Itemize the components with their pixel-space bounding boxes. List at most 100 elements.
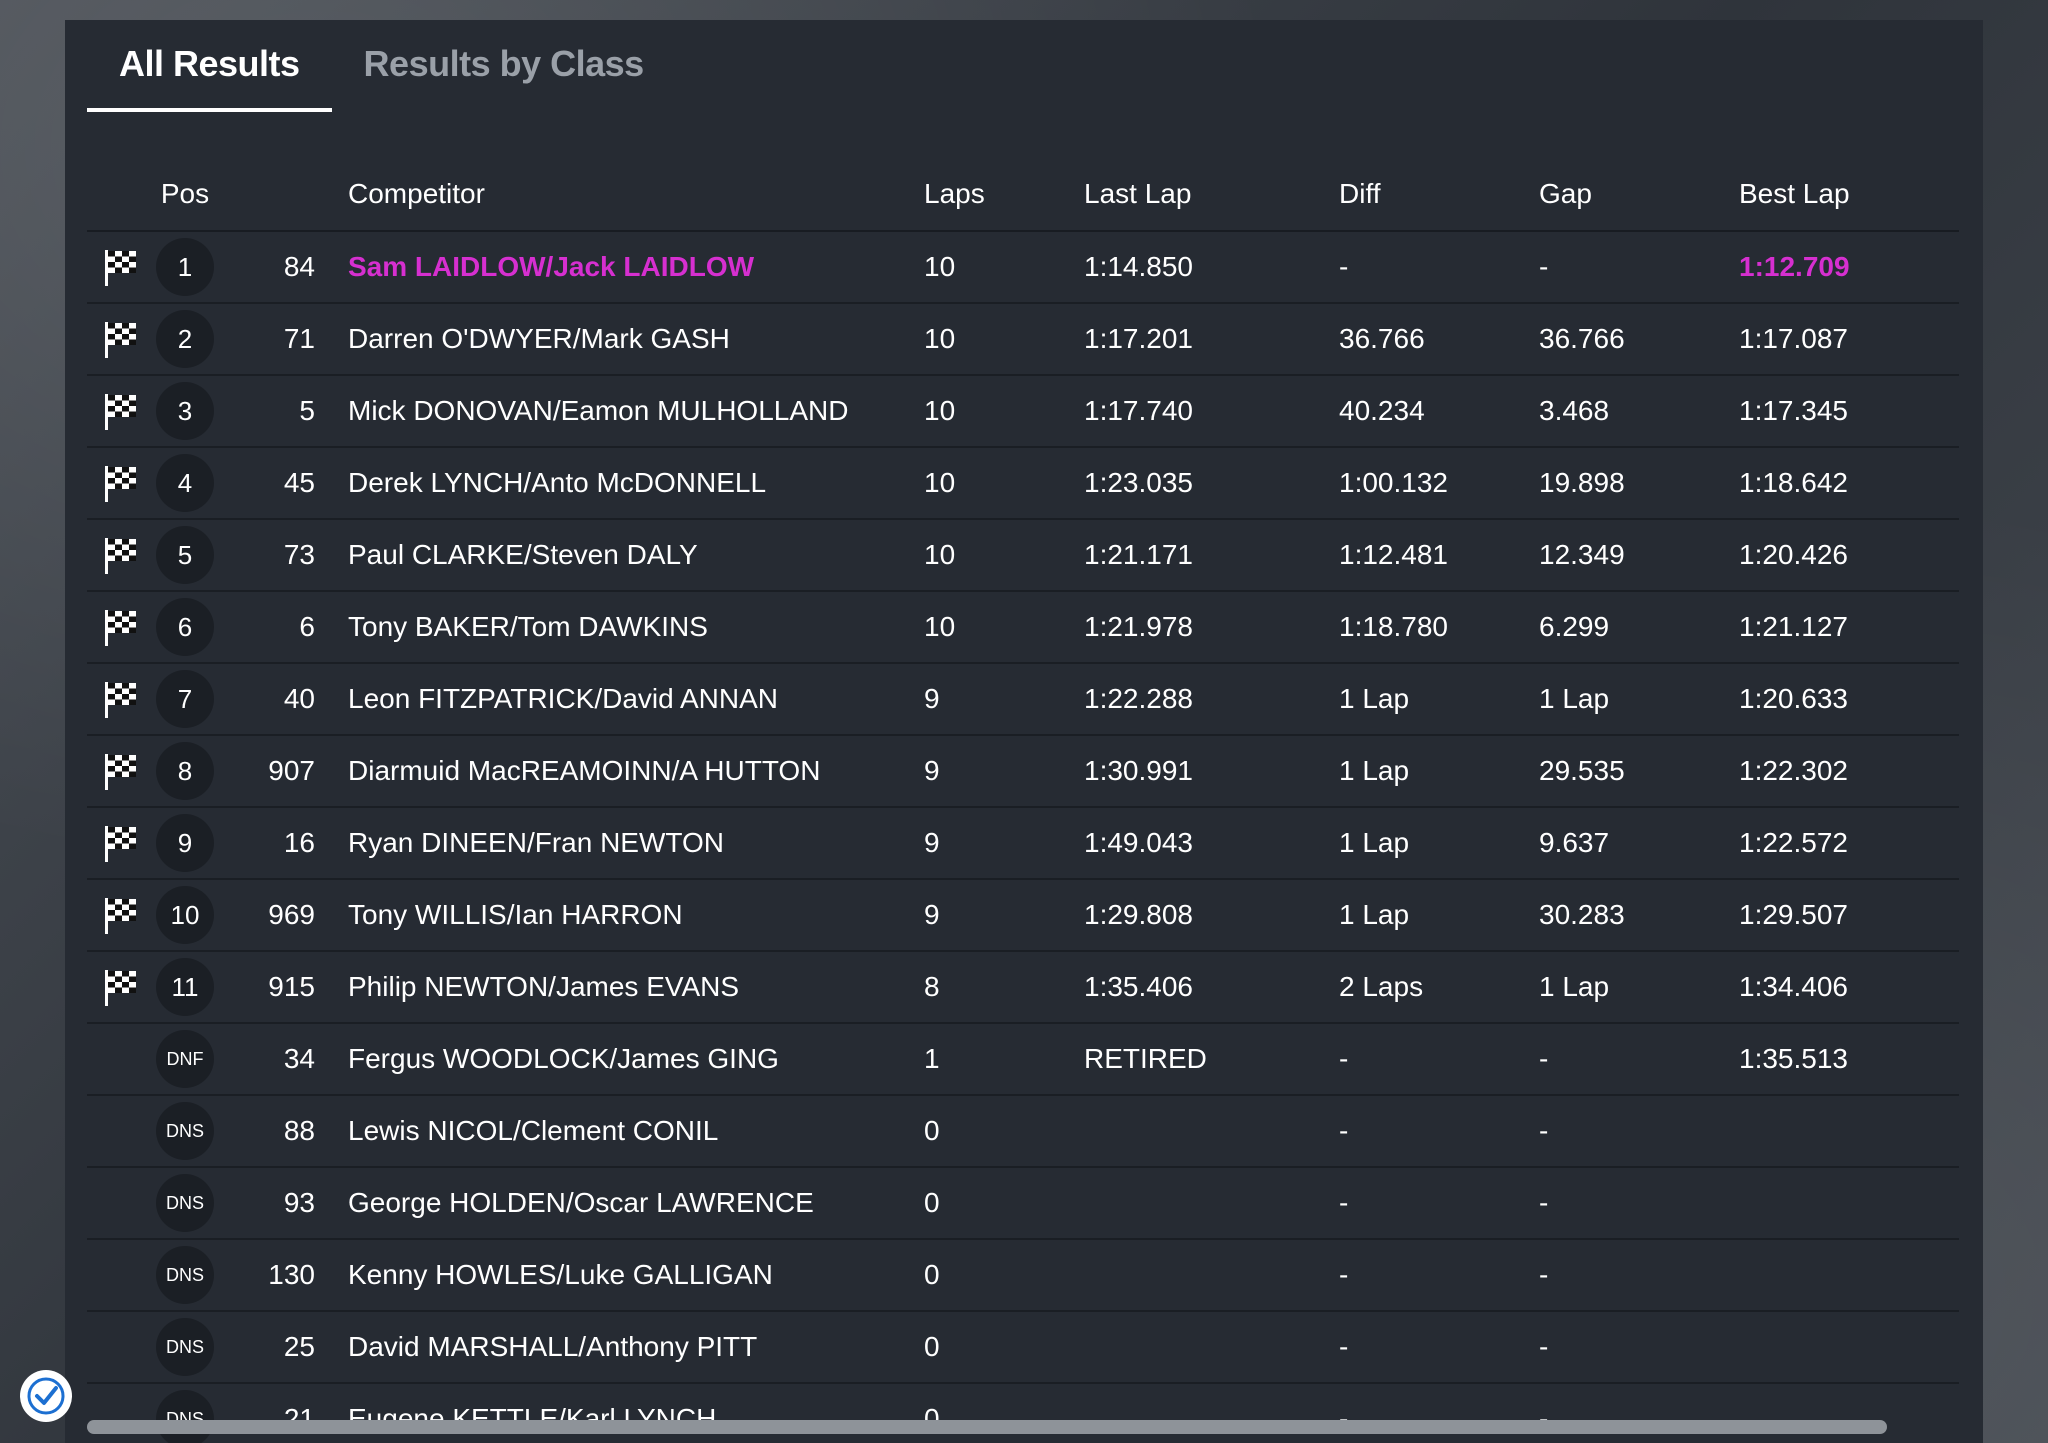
- diff-value: -: [1339, 251, 1349, 282]
- competitor-name[interactable]: Philip NEWTON/James EVANS: [315, 971, 924, 1003]
- position-badge: DNS: [156, 1174, 214, 1232]
- best-lap-value: 1:20.426: [1739, 539, 1848, 570]
- last-lap-value: RETIRED: [1084, 1043, 1207, 1074]
- gap-value: -: [1539, 1331, 1549, 1362]
- car-number: 71: [283, 323, 315, 354]
- table-row[interactable]: 2 71 Darren O'DWYER/Mark GASH 10 1:17.201 36.…: [87, 304, 1959, 376]
- car-number: 130: [268, 1259, 315, 1290]
- checkered-flag-icon: [105, 754, 136, 790]
- competitor-name[interactable]: David MARSHALL/Anthony PITT: [315, 1331, 924, 1363]
- checkered-flag-icon: [105, 322, 136, 358]
- finish-flag-cell: [87, 607, 155, 647]
- laps-value: 10: [924, 611, 956, 642]
- table-row[interactable]: DNF 34 Fergus WOODLOCK/James GING 1 RETIRED -…: [87, 1024, 1959, 1096]
- checkered-flag-icon: [105, 826, 136, 862]
- table-row[interactable]: DNS 93 George HOLDEN/Oscar LAWRENCE 0 - -: [87, 1168, 1959, 1240]
- table-row[interactable]: 6 6 Tony BAKER/Tom DAWKINS 10 1:21.978 1:18.7…: [87, 592, 1959, 664]
- competitor-name[interactable]: Ryan DINEEN/Fran NEWTON: [315, 827, 924, 859]
- tab-all-results[interactable]: All Results: [87, 20, 332, 112]
- gap-value: 12.349: [1539, 539, 1625, 570]
- table-header: Pos Competitor Laps Last Lap Diff Gap Be…: [87, 158, 1959, 232]
- tab-bar: All Results Results by Class: [87, 20, 676, 112]
- header-competitor[interactable]: Competitor: [315, 178, 924, 210]
- header-pos[interactable]: Pos: [155, 178, 215, 210]
- table-row[interactable]: DNS 130 Kenny HOWLES/Luke GALLIGAN 0 - -: [87, 1240, 1959, 1312]
- gap-value: 29.535: [1539, 755, 1625, 786]
- diff-value: 1:12.481: [1339, 539, 1448, 570]
- header-best-lap[interactable]: Best Lap: [1739, 178, 1939, 210]
- verified-shield-icon[interactable]: [20, 1370, 72, 1422]
- position-cell: DNS: [155, 1174, 215, 1232]
- last-lap-value: 1:23.035: [1084, 467, 1193, 498]
- diff-value: 1 Lap: [1339, 755, 1410, 786]
- header-laps[interactable]: Laps: [924, 178, 1084, 210]
- table-row[interactable]: 4 45 Derek LYNCH/Anto McDONNELL 10 1:23.035 1…: [87, 448, 1959, 520]
- finish-flag-cell: [87, 823, 155, 863]
- car-number: 45: [283, 467, 315, 498]
- table-row[interactable]: DNS 21 Eugene KETTLE/Karl LYNCH 0- -: [87, 1384, 1959, 1443]
- car-number: 5: [299, 395, 315, 426]
- diff-value: 2 Laps: [1339, 971, 1424, 1002]
- diff-value: 1:18.780: [1339, 611, 1448, 642]
- gap-value: 19.898: [1539, 467, 1625, 498]
- tab-results-by-class[interactable]: Results by Class: [332, 20, 676, 108]
- table-body: 1 84 Sam LAIDLOW/Jack LAIDLOW 10 1:14.850- -1…: [87, 232, 1959, 1443]
- position-cell: 1: [155, 238, 215, 296]
- gap-value: 9.637: [1539, 827, 1610, 858]
- finish-flag-cell: [87, 535, 155, 575]
- table-row[interactable]: 1 84 Sam LAIDLOW/Jack LAIDLOW 10 1:14.850 - - 1…: [87, 232, 1959, 304]
- table-row[interactable]: 7 40 Leon FITZPATRICK/David ANNAN 9 1:22.288…: [87, 664, 1959, 736]
- laps-value: 1: [924, 1043, 940, 1074]
- laps-value: 10: [924, 323, 956, 354]
- competitor-name[interactable]: Tony BAKER/Tom DAWKINS: [315, 611, 924, 643]
- competitor-name[interactable]: Derek LYNCH/Anto McDONNELL: [315, 467, 924, 499]
- header-gap[interactable]: Gap: [1539, 178, 1739, 210]
- competitor-name[interactable]: Mick DONOVAN/Eamon MULHOLLAND: [315, 395, 924, 427]
- gap-value: 36.766: [1539, 323, 1625, 354]
- scrollbar-thumb[interactable]: [87, 1420, 1887, 1434]
- competitor-name[interactable]: Sam LAIDLOW/Jack LAIDLOW: [315, 251, 924, 283]
- best-lap-value: 1:35.513: [1739, 1043, 1848, 1074]
- gap-value: 3.468: [1539, 395, 1610, 426]
- table-row[interactable]: DNS 88 Lewis NICOL/Clement CONIL 0 - -: [87, 1096, 1959, 1168]
- competitor-name[interactable]: Diarmuid MacREAMOINN/A HUTTON: [315, 755, 924, 787]
- gap-value: -: [1539, 251, 1549, 282]
- table-row[interactable]: 11 915 Philip NEWTON/James EVANS 8 1:35.406 2…: [87, 952, 1959, 1024]
- competitor-name[interactable]: George HOLDEN/Oscar LAWRENCE: [315, 1187, 924, 1219]
- competitor-name[interactable]: Kenny HOWLES/Luke GALLIGAN: [315, 1259, 924, 1291]
- last-lap-value: 1:30.991: [1084, 755, 1193, 786]
- position-badge: DNS: [156, 1246, 214, 1304]
- position-cell: 8: [155, 742, 215, 800]
- table-row[interactable]: 5 73 Paul CLARKE/Steven DALY 10 1:21.171 1:12…: [87, 520, 1959, 592]
- table-row[interactable]: DNS 25 David MARSHALL/Anthony PITT 0 - -: [87, 1312, 1959, 1384]
- laps-value: 10: [924, 395, 956, 426]
- competitor-name[interactable]: Paul CLARKE/Steven DALY: [315, 539, 924, 571]
- position-cell: 3: [155, 382, 215, 440]
- competitor-name[interactable]: Leon FITZPATRICK/David ANNAN: [315, 683, 924, 715]
- position-cell: 9: [155, 814, 215, 872]
- horizontal-scrollbar[interactable]: [87, 1420, 1959, 1434]
- table-row[interactable]: 3 5 Mick DONOVAN/Eamon MULHOLLAND 10 1:17.74…: [87, 376, 1959, 448]
- gap-value: 1 Lap: [1539, 683, 1610, 714]
- header-last-lap[interactable]: Last Lap: [1084, 178, 1339, 210]
- header-diff[interactable]: Diff: [1339, 178, 1539, 210]
- checkered-flag-icon: [105, 538, 136, 574]
- position-badge: 10: [156, 886, 214, 944]
- table-row[interactable]: 8 907 Diarmuid MacREAMOINN/A HUTTON 9 1:30.9…: [87, 736, 1959, 808]
- laps-value: 10: [924, 251, 956, 282]
- laps-value: 10: [924, 539, 956, 570]
- position-cell: 11: [155, 958, 215, 1016]
- best-lap-value: 1:17.345: [1739, 395, 1848, 426]
- competitor-name[interactable]: Tony WILLIS/Ian HARRON: [315, 899, 924, 931]
- competitor-name[interactable]: Darren O'DWYER/Mark GASH: [315, 323, 924, 355]
- competitor-name[interactable]: Fergus WOODLOCK/James GING: [315, 1043, 924, 1075]
- competitor-name[interactable]: Lewis NICOL/Clement CONIL: [315, 1115, 924, 1147]
- laps-value: 9: [924, 755, 940, 786]
- finish-flag-cell: [87, 967, 155, 1007]
- laps-value: 9: [924, 827, 940, 858]
- laps-value: 9: [924, 899, 940, 930]
- table-row[interactable]: 10 969 Tony WILLIS/Ian HARRON 9 1:29.808 1 La…: [87, 880, 1959, 952]
- results-panel: All Results Results by Class Pos Competi…: [65, 20, 1983, 1443]
- best-lap-value: 1:22.572: [1739, 827, 1848, 858]
- table-row[interactable]: 9 16 Ryan DINEEN/Fran NEWTON 9 1:49.043 1 Lap…: [87, 808, 1959, 880]
